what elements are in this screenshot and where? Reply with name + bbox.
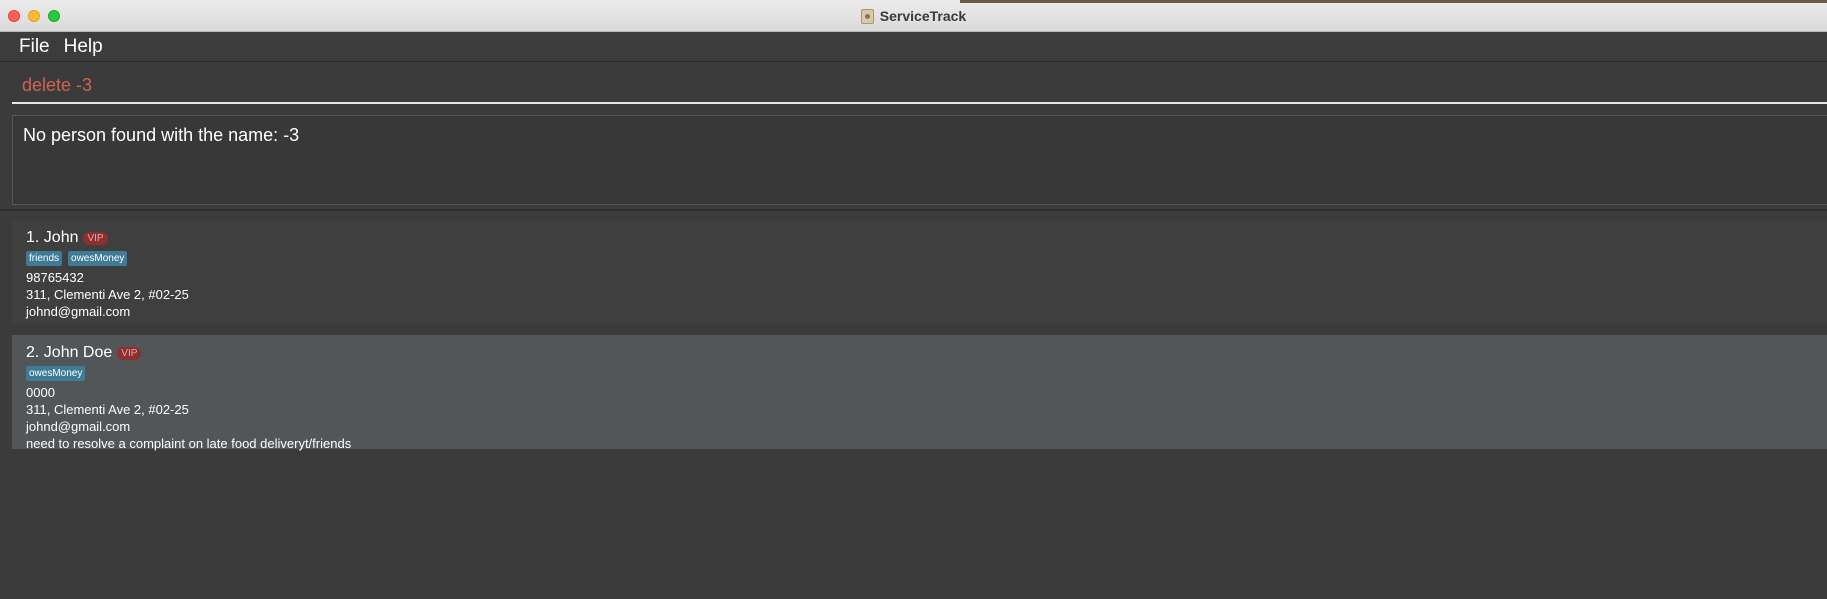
person-phone: 98765432 xyxy=(26,270,84,285)
menu-help[interactable]: Help xyxy=(57,36,110,58)
person-name: 2. John Doe xyxy=(26,344,113,361)
person-address: 311, Clementi Ave 2, #02-25 xyxy=(26,287,189,302)
person-name: 1. John xyxy=(26,229,79,246)
result-display[interactable]: No person found with the name: -3 xyxy=(12,115,1827,205)
person-card[interactable]: 2. John Doe VIP owesMoney 0000 311, Clem… xyxy=(12,335,1827,451)
person-email: johnd@gmail.com xyxy=(26,304,131,319)
window-title-bar[interactable]: ServiceTrack xyxy=(0,0,1827,32)
vip-badge: VIP xyxy=(83,231,108,245)
tag: friends xyxy=(26,251,63,266)
person-phone: 0000 xyxy=(26,385,55,400)
pane-divider[interactable] xyxy=(0,209,1827,211)
menu-bar: File Help xyxy=(0,32,1827,62)
tag: owesMoney xyxy=(68,251,128,266)
result-message: No person found with the name: -3 xyxy=(23,125,300,145)
app-icon xyxy=(860,8,874,24)
command-input-underline xyxy=(12,102,1827,104)
person-email: johnd@gmail.com xyxy=(26,419,131,434)
command-input[interactable] xyxy=(12,70,1827,100)
person-card[interactable]: 1. John VIP friends owesMoney 98765432 3… xyxy=(12,220,1827,324)
window-title: ServiceTrack xyxy=(879,8,967,24)
tag: owesMoney xyxy=(26,366,86,381)
person-address: 311, Clementi Ave 2, #02-25 xyxy=(26,402,189,417)
person-remark: need to resolve a complaint on late food… xyxy=(26,436,352,451)
menu-file[interactable]: File xyxy=(12,36,57,58)
vip-badge: VIP xyxy=(117,346,142,360)
person-list[interactable]: 1. John VIP friends owesMoney 98765432 3… xyxy=(0,212,1827,599)
command-box xyxy=(0,62,1827,108)
